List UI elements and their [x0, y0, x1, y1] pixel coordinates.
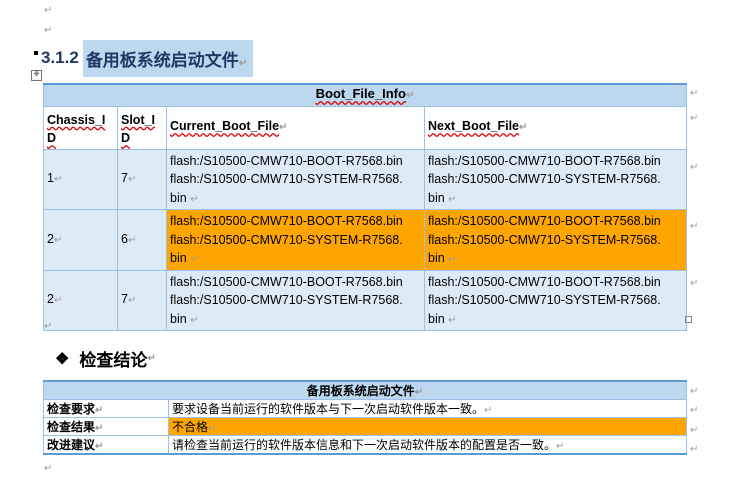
cell-next-file: flash:/S10500-CMW710-BOOT-R7568.bin flash… — [424, 148, 687, 210]
table-move-handle-icon[interactable]: ✥ — [31, 70, 42, 81]
section-number: 3.1.2 — [41, 48, 79, 67]
table-row: 改进建议↵ 请检查当前运行的软件版本信息和下一次启动软件版本的配置是否一致。↵ — [43, 435, 687, 455]
cell-current-file: flash:/S10500-CMW710-BOOT-R7568.bin flash… — [166, 209, 425, 271]
header-chassis-id: Chassis_ID — [43, 105, 118, 150]
conclusion-table: 备用板系统启动文件↵ 检查要求↵ 要求设备当前运行的软件版本与下一次启动软件版本… — [43, 380, 687, 455]
improvement-label: 改进建议↵ — [43, 435, 169, 455]
check-result-value: 不合格↵ — [168, 417, 687, 436]
header-slot-id: Slot_ID — [117, 105, 167, 150]
conclusion-table-caption: 备用板系统启动文件↵ — [43, 380, 687, 400]
cell-next-file: flash:/S10500-CMW710-BOOT-R7568.bin flash… — [424, 209, 687, 271]
paragraph-mark: ↵ — [44, 463, 53, 474]
row-end-mark: ↵ — [690, 88, 699, 99]
paragraph-mark: ↵ — [44, 5, 53, 16]
header-current-boot-file: Current_Boot_File↵ — [166, 105, 425, 150]
row-end-mark: ↵ — [690, 386, 699, 397]
paragraph-mark: ↵ — [44, 25, 53, 36]
conclusion-heading: ❖ 检查结论 ↵ — [55, 346, 156, 371]
cell-slot: 6↵ — [117, 209, 167, 271]
section-title: 备用板系统启动文件↵ — [82, 39, 254, 77]
boot-file-table: Boot_File_Info↵ Chassis_ID Slot_ID Curre… — [43, 83, 687, 331]
row-end-mark: ↵ — [690, 278, 699, 289]
section-title-text: 备用板系统启动文件 — [85, 50, 239, 70]
row-end-mark: ↵ — [690, 444, 699, 455]
cell-current-file: flash:/S10500-CMW710-BOOT-R7568.bin flash… — [166, 148, 425, 210]
table-row: 1↵ 7↵ flash:/S10500-CMW710-BOOT-R7568.bi… — [43, 148, 687, 210]
row-end-mark: ↵ — [690, 113, 699, 124]
section-heading: 3.1.2 备用板系统启动文件↵ — [34, 39, 254, 77]
cell-slot: 7↵ — [117, 148, 167, 210]
paragraph-mark: ↵ — [147, 353, 156, 364]
diamond-bullet-icon: ❖ — [55, 350, 70, 368]
table-row: 检查要求↵ 要求设备当前运行的软件版本与下一次启动软件版本一致。↵ — [43, 399, 687, 418]
paragraph-mark: ↵ — [238, 57, 248, 69]
boot-table-caption: Boot_File_Info↵ — [43, 83, 687, 107]
table-resize-handle[interactable] — [685, 316, 692, 323]
header-next-boot-file: Next_Boot_File↵ — [424, 105, 687, 150]
cell-chassis: 2↵ — [43, 209, 118, 271]
row-end-mark: ↵ — [690, 405, 699, 416]
check-requirement-label: 检查要求↵ — [43, 399, 169, 418]
improvement-value: 请检查当前运行的软件版本信息和下一次启动软件版本的配置是否一致。↵ — [168, 435, 687, 455]
row-end-mark: ↵ — [690, 162, 699, 173]
cell-chassis: 1↵ — [43, 148, 118, 210]
row-end-mark: ↵ — [690, 425, 699, 436]
cell-current-file: flash:/S10500-CMW710-BOOT-R7568.bin flash… — [166, 269, 425, 331]
check-requirement-value: 要求设备当前运行的软件版本与下一次启动软件版本一致。↵ — [168, 399, 687, 418]
table-row: 检查结果↵ 不合格↵ — [43, 417, 687, 436]
cell-chassis: 2↵ — [43, 269, 118, 331]
table-row-highlighted: 2↵ 6↵ flash:/S10500-CMW710-BOOT-R7568.bi… — [43, 209, 687, 271]
check-result-label: 检查结果↵ — [43, 417, 169, 436]
paragraph-mark: ↵ — [44, 321, 53, 332]
heading-bullet — [34, 51, 38, 55]
row-end-mark: ↵ — [690, 221, 699, 232]
cell-slot: 7↵ — [117, 269, 167, 331]
conclusion-heading-text: 检查结论 — [79, 351, 148, 370]
table-row: 2↵ 7↵ flash:/S10500-CMW710-BOOT-R7568.bi… — [43, 269, 687, 331]
cell-next-file: flash:/S10500-CMW710-BOOT-R7568.bin flash… — [424, 269, 687, 331]
